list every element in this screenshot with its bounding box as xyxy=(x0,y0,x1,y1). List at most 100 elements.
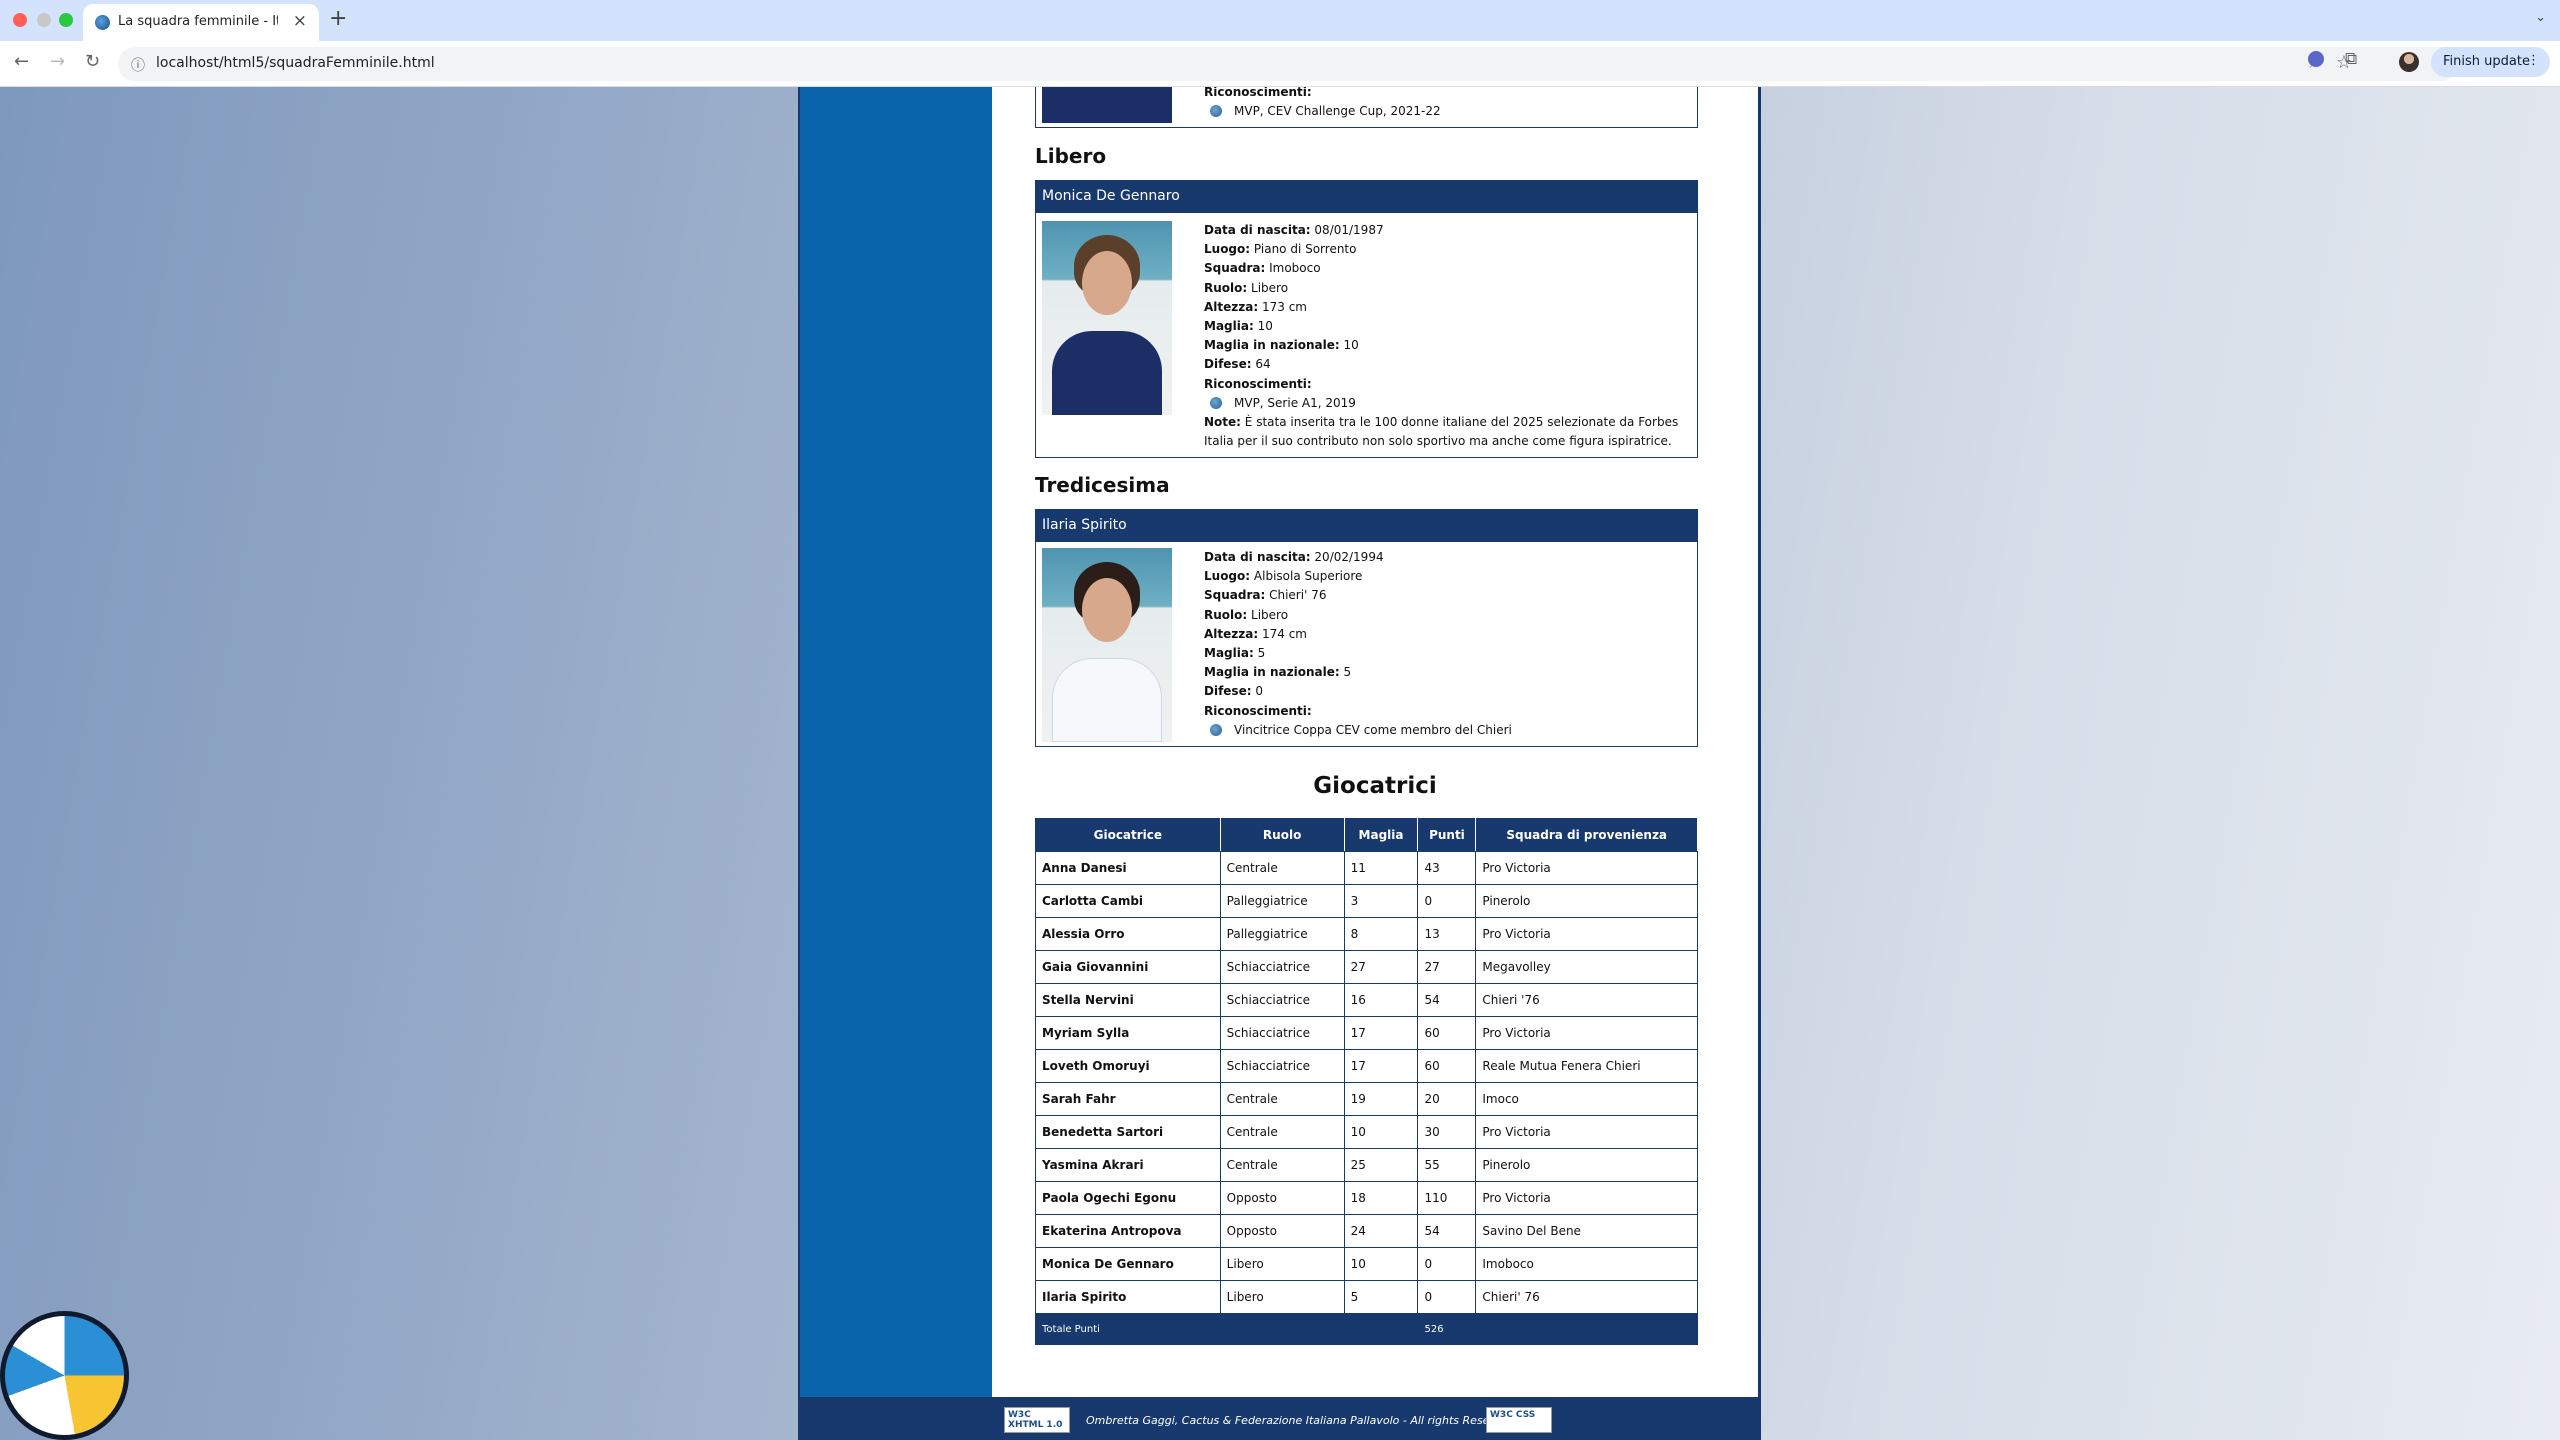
table-row: Gaia Giovannini Schiacciatrice 27 27 Megavol… xyxy=(1035,950,1698,984)
column-header[interactable]: Maglia xyxy=(1343,818,1419,852)
table-cell: Palleggiatrice xyxy=(1219,917,1345,951)
table-cell: Loveth Omoruyi xyxy=(1035,1049,1221,1083)
table-cell: 110 xyxy=(1417,1181,1477,1215)
url-text[interactable]: localhost/html5/squadraFemminile.html xyxy=(156,55,435,71)
detail-row: Maglia in nazionale: 5 xyxy=(1204,665,1352,680)
table-cell: Imoco xyxy=(1475,1082,1698,1116)
table-row: Paola Ogechi Egonu Opposto 18 110 Pro Victor… xyxy=(1035,1181,1698,1215)
jersey-shape xyxy=(1042,87,1172,123)
detail-row: Ruolo: Libero xyxy=(1204,607,1289,622)
player-photo xyxy=(1042,548,1172,742)
award-text: MVP, CEV Challenge Cup, 2021-22 xyxy=(1234,104,1441,119)
table-cell: 0 xyxy=(1417,1280,1477,1314)
column-header[interactable]: Punti xyxy=(1417,818,1477,852)
table-cell: Stella Nervini xyxy=(1035,983,1221,1017)
award-item: MVP, Serie A1, 2019 xyxy=(1204,394,1688,413)
player-name: Ilaria Spirito xyxy=(1036,510,1697,542)
table-cell: Opposto xyxy=(1219,1214,1345,1248)
table-cell: 17 xyxy=(1343,1049,1419,1083)
extensions-puzzle-icon[interactable]: ⧉ xyxy=(2345,49,2357,69)
detail-row: Squadra: Chieri' 76 xyxy=(1204,588,1327,603)
sidebar xyxy=(800,87,992,1397)
section-heading-tredicesima: Tredicesima xyxy=(1035,473,1170,497)
awards-label: Riconoscimenti: xyxy=(1204,376,1312,391)
detail-row: Data di nascita: 08/01/1987 xyxy=(1204,223,1384,237)
forward-button[interactable]: → xyxy=(50,51,65,72)
finish-update-button[interactable]: Finish update ⋮ xyxy=(2431,47,2550,77)
table-cell: 43 xyxy=(1417,851,1477,885)
page-viewport: Riconoscimenti: MVP, CEV Challenge Cup, … xyxy=(0,87,2560,1440)
detail-row: Ruolo: Libero xyxy=(1204,280,1289,295)
w3c-xhtml-badge[interactable]: W3C XHTML 1.0 xyxy=(1004,1407,1070,1433)
table-row: Ekaterina Antropova Opposto 24 54 Savino Del… xyxy=(1035,1214,1698,1248)
table-row: Yasmina Akrari Centrale 25 55 Pinerolo xyxy=(1035,1148,1698,1182)
detail-row: Difese: 64 xyxy=(1204,357,1271,372)
table-cell: 27 xyxy=(1343,950,1419,984)
browser-tab[interactable]: La squadra femminile - Italvo × xyxy=(83,4,319,41)
table-cell: 16 xyxy=(1343,983,1419,1017)
tab-title: La squadra femminile - Italvo xyxy=(118,14,278,29)
player-photo-previous xyxy=(1042,87,1172,123)
extension-icon[interactable] xyxy=(2308,51,2324,67)
table-cell: 10 xyxy=(1343,1115,1419,1149)
volleyball-logo-icon[interactable] xyxy=(0,1311,129,1440)
table-cell: Megavolley xyxy=(1475,950,1698,984)
table-cell: Imoboco xyxy=(1475,1247,1698,1281)
more-menu-icon[interactable]: ⋮ xyxy=(2527,53,2540,68)
table-cell: Libero xyxy=(1219,1247,1345,1281)
player-card-previous: Riconoscimenti: MVP, CEV Challenge Cup, … xyxy=(1035,87,1698,128)
table-row: Myriam Sylla Schiacciatrice 17 60 Pro Victor… xyxy=(1035,1016,1698,1050)
detail-row: Maglia: 10 xyxy=(1204,319,1273,334)
reload-button[interactable]: ↻ xyxy=(85,51,100,72)
column-header[interactable]: Ruolo xyxy=(1219,818,1345,852)
tab-search-chevron-icon[interactable]: ⌄ xyxy=(2535,10,2546,25)
detail-row: Altezza: 173 cm xyxy=(1204,299,1307,314)
table-cell: 17 xyxy=(1343,1016,1419,1050)
column-header[interactable]: Giocatrice xyxy=(1035,818,1221,852)
total-row: Totale Punti 526 xyxy=(1034,1313,1698,1345)
finish-update-label: Finish update xyxy=(2443,54,2530,69)
table-row: Monica De Gennaro Libero 10 0 Imoboco xyxy=(1035,1247,1698,1281)
table-cell: Pinerolo xyxy=(1475,884,1698,918)
table-cell: Gaia Giovannini xyxy=(1035,950,1221,984)
close-tab-icon[interactable]: × xyxy=(293,11,307,31)
table-cell: Pro Victoria xyxy=(1475,917,1698,951)
table-cell: Centrale xyxy=(1219,1148,1345,1182)
table-header-row: Giocatrice Ruolo Maglia Punti Squadra di… xyxy=(1035,818,1698,852)
table-cell: Sarah Fahr xyxy=(1035,1082,1221,1116)
table-cell: Myriam Sylla xyxy=(1035,1016,1221,1050)
w3c-css-badge[interactable]: W3C CSS xyxy=(1486,1407,1552,1433)
table-cell: Schiacciatrice xyxy=(1219,950,1345,984)
table-cell: 5 xyxy=(1343,1280,1419,1314)
table-row: Benedetta Sartori Centrale 10 30 Pro Victori… xyxy=(1035,1115,1698,1149)
table-cell: Palleggiatrice xyxy=(1219,884,1345,918)
close-window-button[interactable] xyxy=(13,13,27,27)
table-cell: Reale Mutua Fenera Chieri xyxy=(1475,1049,1698,1083)
table-cell: 19 xyxy=(1343,1082,1419,1116)
address-bar[interactable]: ⓘ localhost/html5/squadraFemminile.html … xyxy=(118,47,2458,81)
player-name: Monica De Gennaro xyxy=(1036,181,1697,213)
table-cell: 13 xyxy=(1417,917,1477,951)
site-info-icon[interactable]: ⓘ xyxy=(131,55,145,75)
player-card-tredicesima: Ilaria Spirito Data di nascita: 20/02/19… xyxy=(1035,509,1698,747)
profile-avatar[interactable] xyxy=(2399,52,2419,72)
award-item: Vincitrice Coppa CEV come membro del Chi… xyxy=(1204,721,1512,740)
table-cell: 54 xyxy=(1417,1214,1477,1248)
maximize-window-button[interactable] xyxy=(59,13,73,27)
table-row: Anna Danesi Centrale 11 43 Pro Victoria xyxy=(1035,851,1698,885)
back-button[interactable]: ← xyxy=(14,51,29,72)
table-cell: 60 xyxy=(1417,1049,1477,1083)
table-cell: Schiacciatrice xyxy=(1219,1049,1345,1083)
detail-row: Maglia: 5 xyxy=(1204,646,1266,661)
table-cell: 18 xyxy=(1343,1181,1419,1215)
table-cell: Anna Danesi xyxy=(1035,851,1221,885)
table-title: Giocatrici xyxy=(1313,773,1437,799)
table-cell: 0 xyxy=(1417,1247,1477,1281)
column-header[interactable]: Squadra di provenienza xyxy=(1475,818,1698,852)
browser-toolbar: ← → ↻ ⓘ localhost/html5/squadraFemminile… xyxy=(0,41,2560,87)
player-photo xyxy=(1042,221,1172,415)
volleyball-icon xyxy=(1210,396,1222,409)
section-heading-libero: Libero xyxy=(1035,144,1107,168)
new-tab-button[interactable]: + xyxy=(329,6,347,31)
minimize-window-button[interactable] xyxy=(37,13,51,27)
